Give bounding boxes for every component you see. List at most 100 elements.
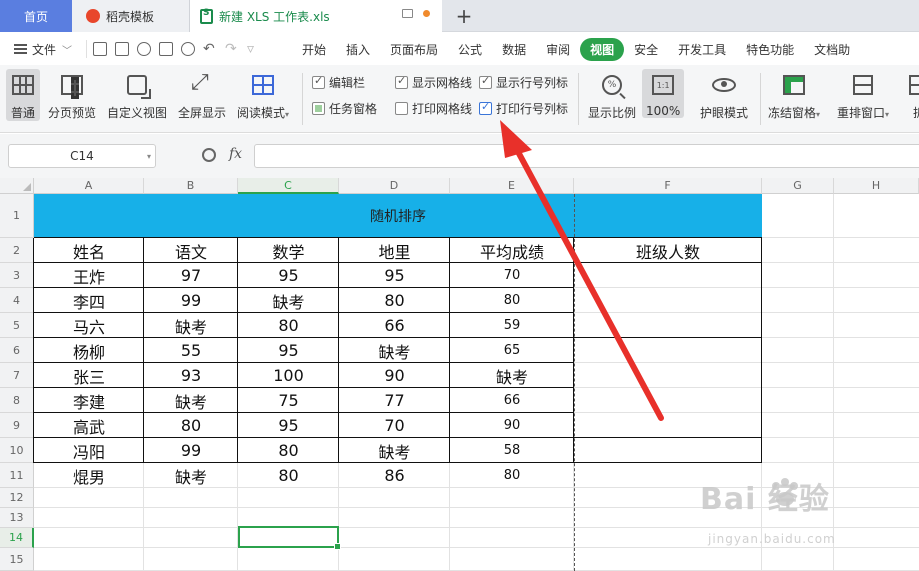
table-cell[interactable]: 55	[144, 338, 238, 363]
menu-item-insert[interactable]: 插入	[336, 41, 380, 58]
row-header-11[interactable]: 11	[0, 463, 34, 488]
table-cell[interactable]: 75	[238, 388, 339, 413]
table-cell[interactable]: 86	[339, 463, 450, 488]
column-header-f[interactable]: F	[574, 178, 762, 194]
row-header-8[interactable]: 8	[0, 388, 34, 413]
table-cell[interactable]: 66	[339, 313, 450, 338]
header-cell[interactable]: 地里	[339, 238, 450, 263]
menu-item-features[interactable]: 特色功能	[736, 41, 804, 58]
window-restore-icon[interactable]	[402, 9, 413, 18]
header-cell[interactable]: 语文	[144, 238, 238, 263]
table-cell[interactable]: 李建	[34, 388, 144, 413]
menu-item-security[interactable]: 安全	[624, 41, 668, 58]
column-header-c[interactable]: C	[238, 178, 339, 194]
table-cell[interactable]: 缺考	[339, 438, 450, 463]
row-header-13[interactable]: 13	[0, 508, 34, 528]
menu-item-doc-assistant[interactable]: 文档助	[804, 41, 860, 58]
table-cell[interactable]: 65	[450, 338, 574, 363]
menu-item-formulas[interactable]: 公式	[448, 41, 492, 58]
column-header-b[interactable]: B	[144, 178, 238, 194]
menu-item-view[interactable]: 视图	[580, 37, 625, 61]
task-pane-checkbox[interactable]: 任务窗格	[312, 100, 377, 117]
formula-bar-checkbox[interactable]: 编辑栏	[312, 74, 365, 91]
row-header-10[interactable]: 10	[0, 438, 34, 463]
save-icon[interactable]	[115, 42, 129, 56]
table-cell[interactable]: 95	[238, 338, 339, 363]
freeze-panes-button[interactable]: 冻结窗格▾	[768, 69, 820, 121]
table-cell[interactable]: 马六	[34, 313, 144, 338]
custom-view-button[interactable]: 自定义视图	[107, 69, 167, 121]
table-cell[interactable]: 李四	[34, 288, 144, 313]
table-cell[interactable]: 95	[238, 413, 339, 438]
table-cell[interactable]: 缺考	[144, 388, 238, 413]
column-header-h[interactable]: H	[834, 178, 919, 194]
fx-icon[interactable]: fx	[229, 146, 242, 162]
page-break-preview-button[interactable]: 分页预览	[48, 69, 96, 121]
table-cell[interactable]: 59	[450, 313, 574, 338]
menu-item-start[interactable]: 开始	[292, 41, 336, 58]
selected-cell-c14[interactable]	[238, 526, 341, 550]
zoom-100-button[interactable]: 1:1 100%	[642, 69, 685, 118]
table-cell[interactable]: 杨柳	[34, 338, 144, 363]
table-cell[interactable]: 99	[144, 438, 238, 463]
menu-item-developer[interactable]: 开发工具	[668, 41, 736, 58]
split-window-button[interactable]: 拆	[906, 69, 919, 121]
open-folder-icon[interactable]	[93, 42, 107, 56]
table-cell[interactable]: 58	[450, 438, 574, 463]
table-cell[interactable]: 70	[339, 413, 450, 438]
header-cell[interactable]: 姓名	[34, 238, 144, 263]
full-screen-button[interactable]: 全屏显示	[178, 69, 226, 121]
reading-mode-button[interactable]: 阅读模式▾	[237, 69, 289, 121]
row-header-6[interactable]: 6	[0, 338, 34, 363]
row-header-2[interactable]: 2	[0, 238, 34, 263]
row-header-1[interactable]: 1	[0, 194, 34, 238]
header-cell[interactable]: 数学	[238, 238, 339, 263]
table-cell[interactable]: 90	[339, 363, 450, 388]
redo-icon[interactable]: ↷	[225, 42, 239, 56]
rearrange-windows-button[interactable]: 重排窗口▾	[837, 69, 889, 121]
table-cell[interactable]: 80	[238, 438, 339, 463]
table-cell[interactable]: 缺考	[238, 288, 339, 313]
print-headings-checkbox[interactable]: 打印行号列标	[479, 100, 568, 117]
column-header-g[interactable]: G	[762, 178, 834, 194]
table-cell[interactable]: 缺考	[144, 313, 238, 338]
column-header-d[interactable]: D	[339, 178, 450, 194]
table-cell[interactable]: 缺考	[339, 338, 450, 363]
select-all-corner[interactable]	[0, 178, 34, 194]
table-cell[interactable]: 93	[144, 363, 238, 388]
row-header-3[interactable]: 3	[0, 263, 34, 288]
header-cell[interactable]: 班级人数	[574, 238, 762, 263]
format-painter-icon[interactable]	[137, 42, 151, 56]
table-cell[interactable]: 99	[144, 288, 238, 313]
table-cell[interactable]: 焜男	[34, 463, 144, 488]
table-cell[interactable]: 缺考	[144, 463, 238, 488]
name-box[interactable]: C14 ▾	[8, 144, 156, 168]
eye-protection-button[interactable]: 护眼模式	[700, 69, 748, 121]
new-tab-button[interactable]: +	[452, 0, 476, 32]
row-header-7[interactable]: 7	[0, 363, 34, 388]
table-cell[interactable]: 80	[238, 463, 339, 488]
customize-toolbar-icon[interactable]: ▿	[247, 42, 261, 56]
table-cell[interactable]: 80	[339, 288, 450, 313]
table-cell[interactable]: 95	[339, 263, 450, 288]
undo-icon[interactable]: ↶	[203, 42, 217, 56]
table-cell[interactable]: 77	[339, 388, 450, 413]
table-cell[interactable]: 冯阳	[34, 438, 144, 463]
row-header-4[interactable]: 4	[0, 288, 34, 313]
formula-input[interactable]	[254, 144, 919, 168]
file-menu-button[interactable]: 文件 ﹀	[0, 41, 86, 58]
zoom-button[interactable]: % 显示比例	[588, 69, 636, 121]
print-preview-icon[interactable]	[181, 42, 195, 56]
table-cell[interactable]: 66	[450, 388, 574, 413]
tab-document[interactable]: 新建 XLS 工作表.xls	[190, 0, 442, 33]
tab-template[interactable]: 稻壳模板	[72, 0, 190, 32]
table-cell[interactable]: 97	[144, 263, 238, 288]
header-cell[interactable]: 平均成绩	[450, 238, 574, 263]
column-header-e[interactable]: E	[450, 178, 574, 194]
row-header-12[interactable]: 12	[0, 488, 34, 508]
table-cell[interactable]: 缺考	[450, 363, 574, 388]
table-cell[interactable]: 90	[450, 413, 574, 438]
menu-item-data[interactable]: 数据	[492, 41, 536, 58]
menu-item-review[interactable]: 审阅	[536, 41, 580, 58]
row-header-15[interactable]: 15	[0, 548, 34, 571]
